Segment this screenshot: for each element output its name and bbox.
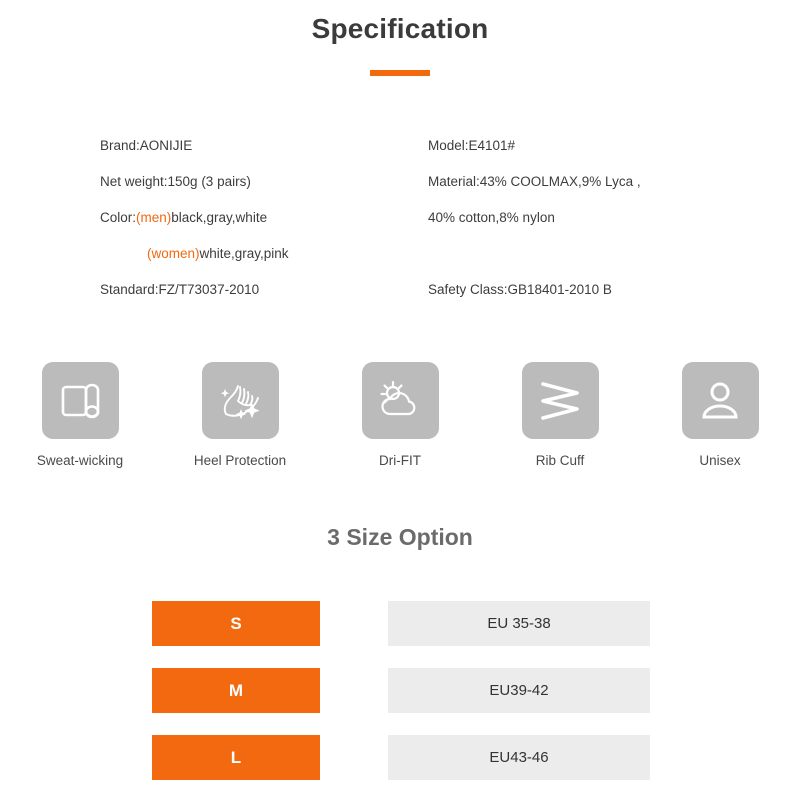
spec-text-material: Material:43% COOLMAX,9% Lyca , [428, 174, 641, 189]
size-chip-s[interactable]: S [152, 601, 320, 646]
feature-item-dri-fit: Dri-FIT [320, 362, 480, 468]
feature-label: Sweat-wicking [36, 453, 124, 468]
spec-text-material-cont: 40% cotton,8% nylon [428, 210, 555, 225]
spec-line-net-weight: Net weight:150g (3 pairs) [100, 164, 420, 200]
size-chip-m[interactable]: M [152, 668, 320, 713]
spec-line-color-women: (women)white,gray,pink [100, 236, 420, 272]
feature-list: Sweat-wicking Heel Protection Dri-FIT Ri… [0, 362, 800, 468]
spec-line-material-cont: 40% cotton,8% nylon [428, 200, 758, 236]
spec-text-model: Model:E4101# [428, 138, 516, 153]
feature-label: Dri-FIT [379, 453, 421, 468]
feature-item-sweat-wicking: Sweat-wicking [0, 362, 160, 468]
fabric-roll-icon [56, 377, 104, 425]
spec-text-color-men-values: black,gray,white [171, 210, 268, 225]
page-title: Specification [311, 13, 489, 44]
feature-tile [201, 362, 279, 439]
spec-text-safety-class: Safety Class:GB18401-2010 B [428, 282, 612, 297]
spec-line-model: Model:E4101# [428, 128, 758, 164]
spec-column-right: Model:E4101# Material:43% COOLMAX,9% Lyc… [428, 128, 758, 308]
size-row: M EU39-42 [0, 668, 800, 713]
feature-label: Heel Protection [193, 453, 287, 468]
feature-label: Rib Cuff [535, 453, 585, 468]
spec-line-color-men: Color:(men)black,gray,white [100, 200, 420, 236]
feature-item-heel-protection: Heel Protection [160, 362, 320, 468]
size-row: S EU 35-38 [0, 601, 800, 646]
spec-line-material: Material:43% COOLMAX,9% Lyca , [428, 164, 758, 200]
title-underline-accent [370, 70, 430, 76]
spec-text-net-weight: Net weight:150g (3 pairs) [100, 174, 251, 189]
size-value-s: EU 35-38 [388, 601, 650, 646]
zigzag-icon [537, 378, 583, 424]
spec-column-left: Brand:AONIJIE Net weight:150g (3 pairs) … [100, 128, 420, 308]
size-section-title: 3 Size Option [327, 524, 473, 550]
size-option-table: S EU 35-38 M EU39-42 L EU43-46 [0, 601, 800, 802]
foot-sparkle-icon [215, 376, 265, 426]
spec-line-brand: Brand:AONIJIE [100, 128, 420, 164]
size-row: L EU43-46 [0, 735, 800, 780]
feature-tile [521, 362, 599, 439]
feature-tile [681, 362, 759, 439]
size-chip-l[interactable]: L [152, 735, 320, 780]
spec-text-color-women-values: white,gray,pink [199, 246, 289, 261]
feature-tile [361, 362, 439, 439]
spec-text-brand: Brand:AONIJIE [100, 138, 193, 153]
spec-text-standard: Standard:FZ/T73037-2010 [100, 282, 260, 297]
spec-text-color-women-tag: (women) [147, 246, 200, 261]
spec-text-color-prefix: Color: [100, 210, 137, 225]
person-icon [697, 378, 743, 424]
size-value-m: EU39-42 [388, 668, 650, 713]
spec-line-standard: Standard:FZ/T73037-2010 [100, 272, 420, 308]
feature-item-unisex: Unisex [640, 362, 800, 468]
feature-item-rib-cuff: Rib Cuff [480, 362, 640, 468]
size-value-l: EU43-46 [388, 735, 650, 780]
sun-cloud-icon [375, 376, 425, 426]
feature-tile [41, 362, 119, 439]
spec-text-color-men-tag: (men) [136, 210, 172, 225]
spec-line-safety-class: Safety Class:GB18401-2010 B [428, 272, 758, 308]
feature-label: Unisex [699, 453, 741, 468]
